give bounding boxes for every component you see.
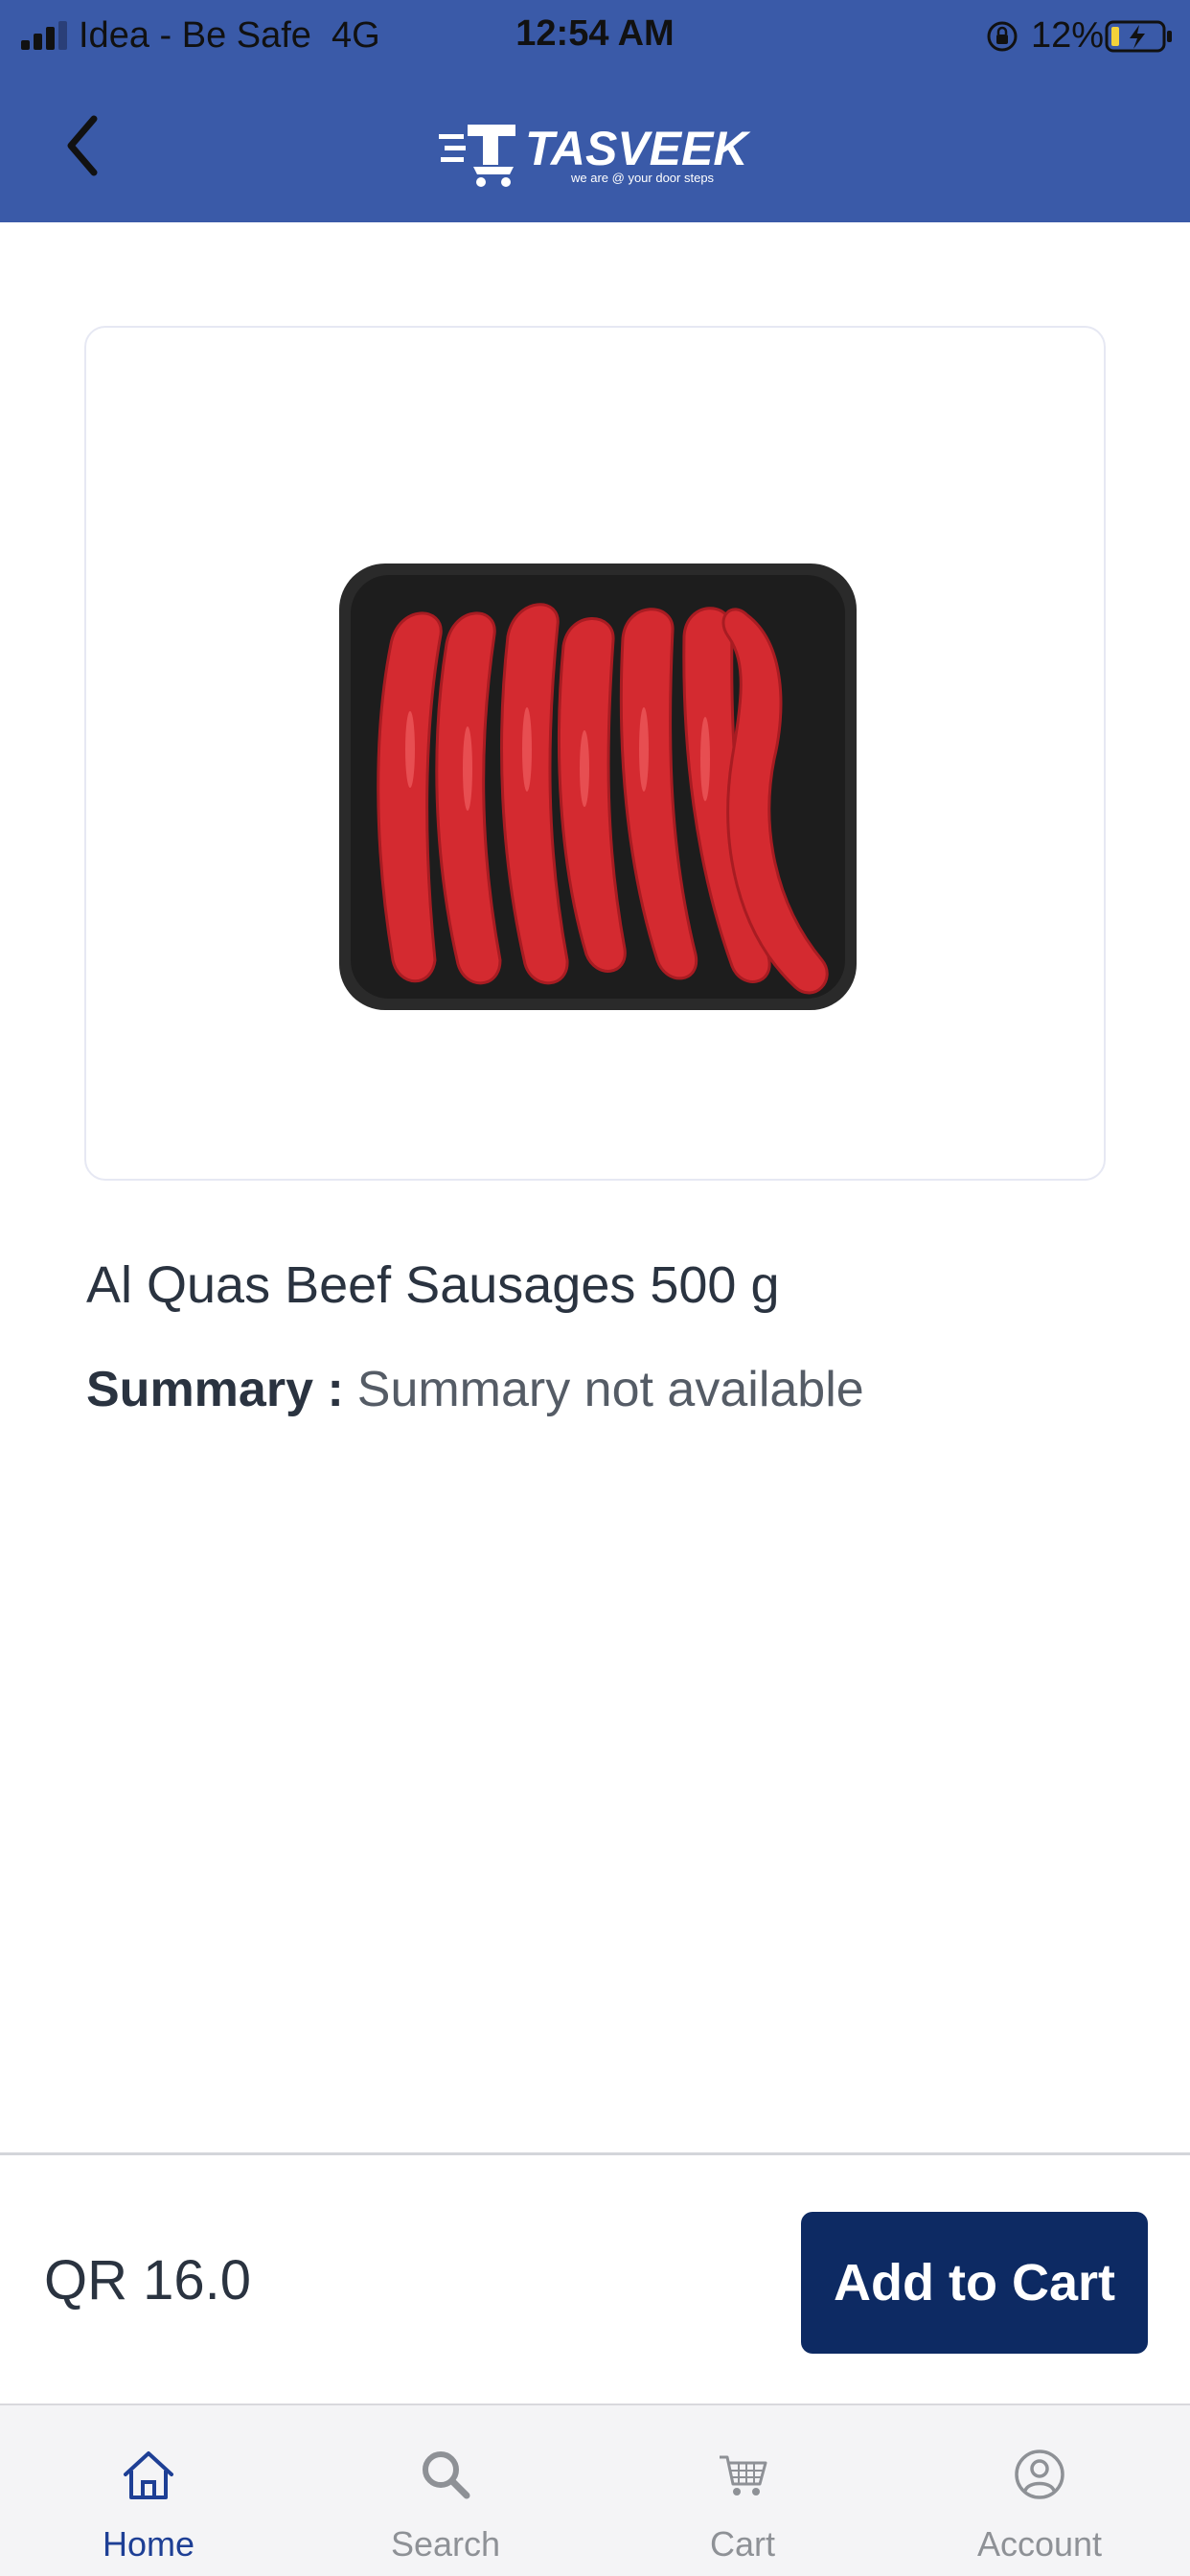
product-summary: Summary : Summary not available (86, 1361, 864, 1418)
product-image-card (84, 326, 1106, 1181)
logo-text: TASVEEK (525, 122, 751, 175)
logo-tagline: we are @ your door steps (570, 171, 715, 185)
tab-home-label: Home (102, 2524, 195, 2564)
chevron-left-icon (67, 115, 98, 176)
summary-value: Summary not available (356, 1362, 864, 1417)
app-header: Idea - Be Safe 4G 12:54 AM 12% TASVEEK w… (0, 0, 1190, 222)
orientation-lock-icon (987, 21, 1018, 52)
back-button[interactable] (54, 107, 111, 184)
add-to-cart-button[interactable]: Add to Cart (801, 2212, 1148, 2354)
tab-cart-label: Cart (709, 2524, 775, 2564)
cart-icon (720, 2455, 767, 2496)
tab-account[interactable]: Account (891, 2405, 1188, 2576)
tasveek-logo: TASVEEK we are @ your door steps (439, 122, 751, 187)
search-icon (423, 2451, 470, 2499)
account-icon (1015, 2450, 1064, 2499)
purchase-bar-divider (0, 2152, 1190, 2155)
tab-home[interactable]: Home (0, 2405, 297, 2576)
status-bar: Idea - Be Safe 4G 12:54 AM 12% (0, 0, 1190, 73)
product-name: Al Quas Beef Sausages 500 g (86, 1256, 780, 1314)
battery-percent: 12% (1031, 15, 1105, 56)
product-price: QR 16.0 (44, 2249, 251, 2312)
bottom-tab-bar: Home Search Cart Account (0, 2404, 1190, 2576)
product-image[interactable] (335, 558, 860, 1016)
summary-label: Summary : (86, 1362, 344, 1417)
tab-cart[interactable]: Cart (594, 2405, 891, 2576)
tab-account-label: Account (976, 2524, 1103, 2564)
tab-search[interactable]: Search (297, 2405, 594, 2576)
home-icon (124, 2451, 173, 2499)
battery-charging-icon (1105, 20, 1172, 53)
tab-search-label: Search (390, 2524, 501, 2564)
